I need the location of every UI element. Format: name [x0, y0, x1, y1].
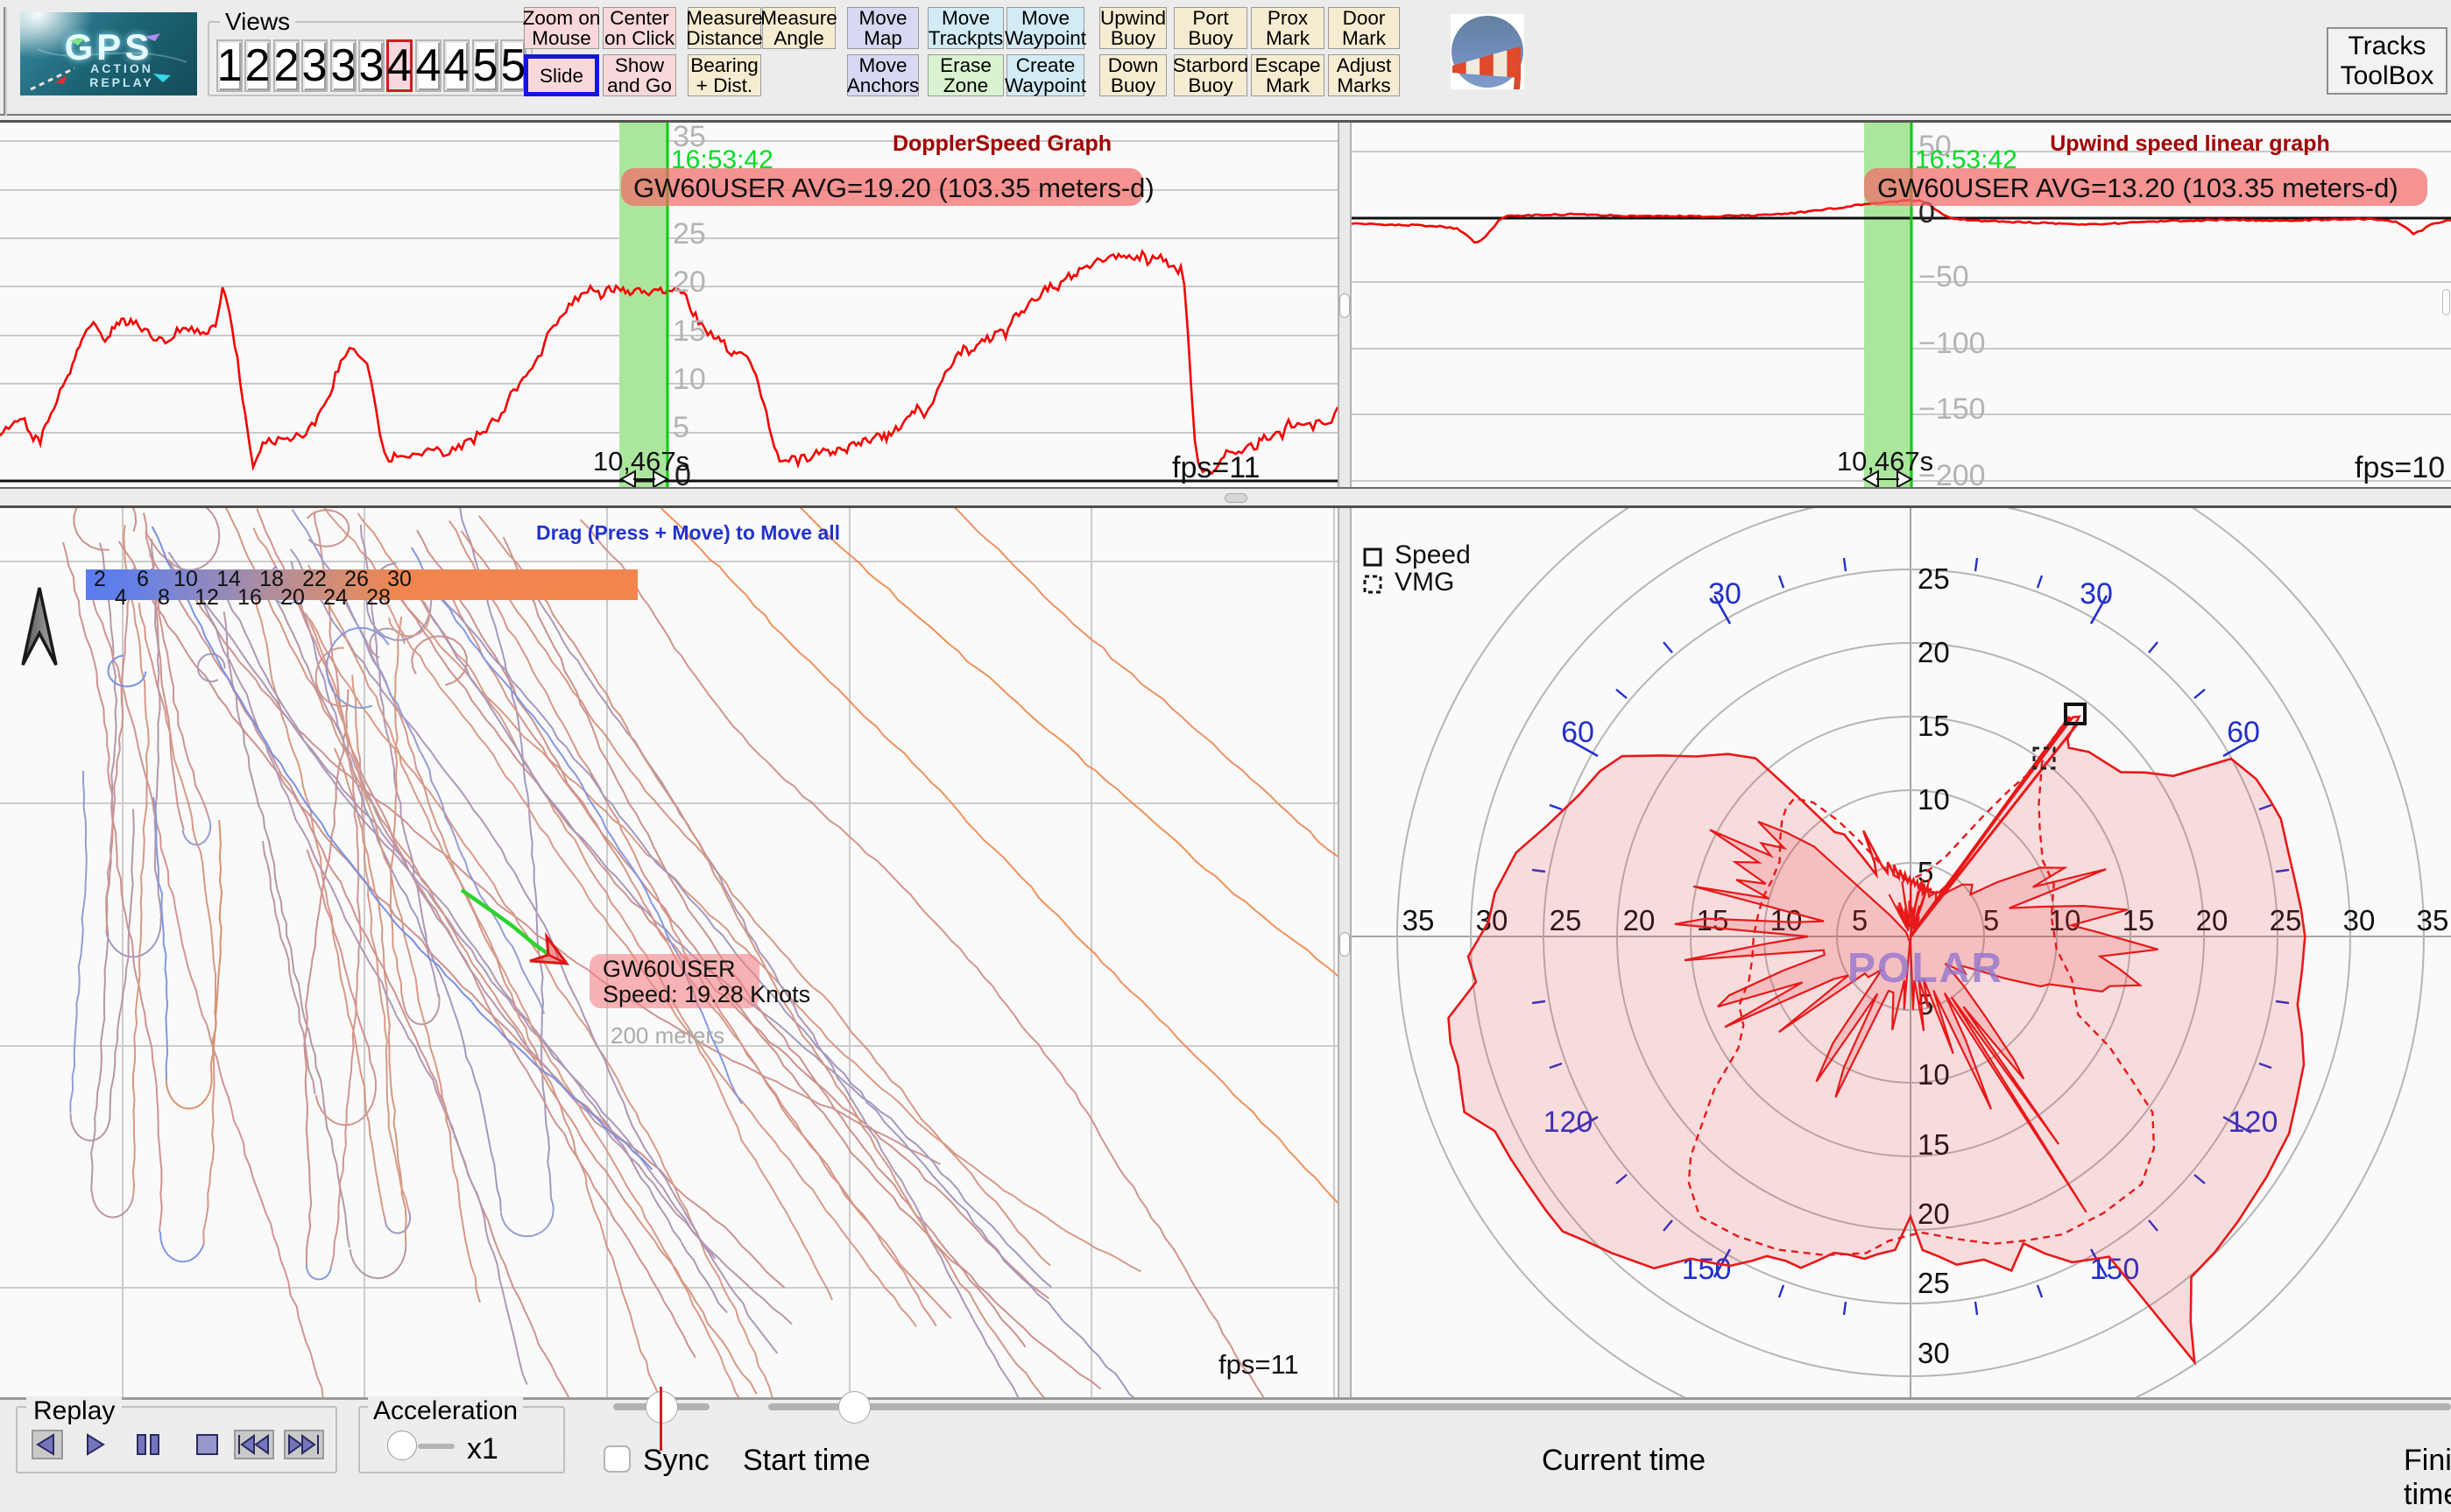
svg-text:fps=11: fps=11: [1172, 451, 1261, 484]
svg-text:Speed: Speed: [1395, 541, 1471, 569]
svg-text:10,467s: 10,467s: [1837, 446, 1933, 477]
svg-text:GW60USER: GW60USER: [603, 956, 736, 982]
svg-text:35: 35: [2417, 904, 2449, 936]
svg-text:Drag (Press + Move) to Move al: Drag (Press + Move) to Move all: [536, 521, 840, 544]
svg-text:16:53:42: 16:53:42: [671, 145, 773, 174]
svg-text:15: 15: [673, 314, 706, 348]
svg-text:Upwind speed linear graph: Upwind speed linear graph: [2050, 131, 2330, 156]
svg-text:POLAR: POLAR: [1847, 945, 2003, 992]
svg-text:5: 5: [673, 411, 689, 444]
svg-text:30: 30: [387, 567, 412, 591]
svg-text:28: 28: [366, 585, 391, 610]
svg-text:24: 24: [323, 585, 348, 610]
svg-text:16:53:42: 16:53:42: [1915, 145, 2017, 174]
svg-text:fps=10: fps=10: [2355, 451, 2445, 484]
svg-text:16: 16: [237, 585, 262, 610]
svg-text:15: 15: [1918, 710, 1950, 742]
svg-text:25: 25: [1918, 1267, 1950, 1299]
svg-text:−100: −100: [1918, 327, 1986, 360]
svg-text:4: 4: [115, 585, 127, 610]
svg-text:25: 25: [1918, 562, 1950, 595]
svg-text:DopplerSpeed Graph: DopplerSpeed Graph: [893, 131, 1112, 156]
svg-text:8: 8: [158, 585, 170, 610]
svg-text:60: 60: [1561, 716, 1594, 749]
svg-text:30: 30: [1708, 577, 1741, 611]
svg-text:2: 2: [94, 567, 106, 591]
svg-text:20: 20: [1918, 636, 1950, 668]
svg-text:20: 20: [673, 265, 706, 299]
svg-text:−150: −150: [1918, 392, 1986, 426]
svg-text:10: 10: [1918, 783, 1950, 816]
svg-text:GW60USER AVG=13.20 (103.35 met: GW60USER AVG=13.20 (103.35 meters-d): [1877, 173, 2398, 203]
svg-text:GW60USER AVG=19.20 (103.35 met: GW60USER AVG=19.20 (103.35 meters-d): [633, 173, 1155, 203]
svg-text:Speed: 19.28 Knots: Speed: 19.28 Knots: [603, 981, 810, 1007]
svg-text:12: 12: [194, 585, 219, 610]
svg-text:200 meters: 200 meters: [611, 1022, 724, 1049]
svg-text:30: 30: [1918, 1337, 1950, 1369]
svg-text:26: 26: [344, 567, 369, 591]
svg-text:10: 10: [673, 363, 706, 396]
svg-text:30: 30: [2080, 577, 2113, 611]
svg-text:30: 30: [2343, 904, 2376, 936]
svg-text:VMG: VMG: [1395, 568, 1454, 597]
svg-text:25: 25: [673, 217, 706, 251]
svg-text:10,467s: 10,467s: [593, 446, 689, 477]
svg-text:6: 6: [137, 567, 149, 591]
svg-text:−50: −50: [1918, 260, 1969, 293]
svg-text:60: 60: [2227, 716, 2260, 749]
svg-text:20: 20: [280, 585, 305, 610]
svg-text:35: 35: [1402, 904, 1435, 936]
svg-text:fps=11: fps=11: [1218, 1349, 1299, 1380]
